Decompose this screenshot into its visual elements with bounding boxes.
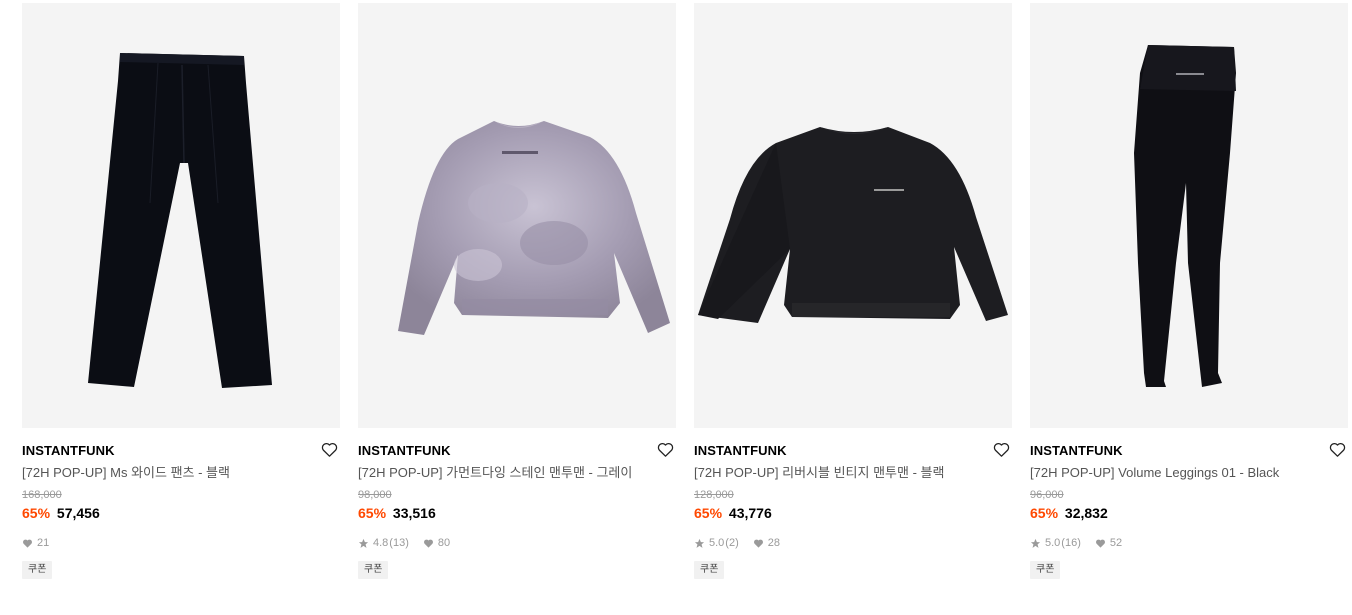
brand-row: INSTANTFUNK xyxy=(358,441,676,461)
brand-name[interactable]: INSTANTFUNK xyxy=(1030,441,1348,461)
heart-icon[interactable] xyxy=(656,440,675,459)
heart-icon[interactable] xyxy=(1328,440,1347,459)
review-count: (2) xyxy=(725,537,739,549)
review-count: (16) xyxy=(1061,537,1081,549)
coupon-badge: 쿠폰 xyxy=(694,561,725,579)
brand-row: INSTANTFUNK xyxy=(1030,441,1348,461)
discount-rate: 65% xyxy=(22,505,51,521)
grey-sweatshirt-illustration xyxy=(398,121,670,335)
product-image-pants[interactable] xyxy=(22,3,340,428)
star-icon xyxy=(1030,538,1041,548)
sale-price: 57,456 xyxy=(56,505,100,521)
price-row: 65% 43,776 xyxy=(694,504,1012,522)
coupon-badge: 쿠폰 xyxy=(1030,561,1061,579)
brand-row: INSTANTFUNK xyxy=(694,441,1012,461)
original-price: 168,000 xyxy=(22,489,62,501)
product-stats: 5.0 (2) 28 xyxy=(694,536,1012,550)
coupon-badge: 쿠폰 xyxy=(22,561,53,579)
leggings-illustration xyxy=(1134,45,1236,387)
rating-value: 5.0 xyxy=(1045,537,1061,549)
like-heart-icon xyxy=(753,539,763,548)
sale-price: 32,832 xyxy=(1064,505,1108,521)
price-row: 65% 33,516 xyxy=(358,504,676,522)
like-heart-icon xyxy=(23,539,32,548)
original-price: 128,000 xyxy=(694,489,734,501)
discount-rate: 65% xyxy=(694,505,723,521)
product-card[interactable]: INSTANTFUNK [72H POP-UP] 가먼트다잉 스테인 맨투맨 -… xyxy=(358,3,676,579)
black-sweatshirt-illustration xyxy=(698,127,1008,323)
product-image-leggings[interactable] xyxy=(1030,3,1348,428)
original-price: 98,000 xyxy=(358,489,392,501)
product-card[interactable]: INSTANTFUNK [72H POP-UP] Volume Leggings… xyxy=(1030,3,1348,579)
original-price: 96,000 xyxy=(1030,489,1064,501)
rating-value: 5.0 xyxy=(709,537,725,549)
discount-rate: 65% xyxy=(1030,505,1059,521)
product-stats: 5.0 (16) 52 xyxy=(1030,536,1348,550)
pants-illustration xyxy=(88,53,272,388)
product-card[interactable]: INSTANTFUNK [72H POP-UP] 리버시블 빈티지 맨투맨 - … xyxy=(694,3,1012,579)
like-heart-icon xyxy=(423,539,433,548)
product-title[interactable]: [72H POP-UP] Volume Leggings 01 - Black xyxy=(1030,464,1348,482)
product-grid: INSTANTFUNK [72H POP-UP] Ms 와이드 팬츠 - 블랙 … xyxy=(22,3,1348,579)
like-heart-icon xyxy=(1095,539,1105,548)
product-image-grey-sweatshirt[interactable] xyxy=(358,3,676,428)
heart-icon[interactable] xyxy=(992,440,1011,459)
product-title[interactable]: [72H POP-UP] Ms 와이드 팬츠 - 블랙 xyxy=(22,464,340,482)
price-row: 65% 57,456 xyxy=(22,504,340,522)
brand-row: INSTANTFUNK xyxy=(22,441,340,461)
like-count: 28 xyxy=(767,537,780,549)
product-stats: 4.8 (13) 80 xyxy=(358,536,676,550)
product-title[interactable]: [72H POP-UP] 가먼트다잉 스테인 맨투맨 - 그레이 xyxy=(358,464,676,482)
brand-name[interactable]: INSTANTFUNK xyxy=(694,441,1012,461)
sale-price: 43,776 xyxy=(728,505,772,521)
like-count: 52 xyxy=(1109,537,1123,549)
review-count: (13) xyxy=(389,537,409,549)
heart-icon[interactable] xyxy=(320,440,339,459)
like-count: 21 xyxy=(37,537,50,549)
product-image-black-sweatshirt[interactable] xyxy=(694,3,1012,428)
product-stats: 21 xyxy=(22,536,340,550)
price-row: 65% 32,832 xyxy=(1030,504,1348,522)
coupon-badge: 쿠폰 xyxy=(358,561,389,579)
product-card[interactable]: INSTANTFUNK [72H POP-UP] Ms 와이드 팬츠 - 블랙 … xyxy=(22,3,340,579)
brand-name[interactable]: INSTANTFUNK xyxy=(22,441,340,461)
brand-name[interactable]: INSTANTFUNK xyxy=(358,441,676,461)
rating-value: 4.8 xyxy=(373,537,389,549)
sale-price: 33,516 xyxy=(392,505,436,521)
product-title[interactable]: [72H POP-UP] 리버시블 빈티지 맨투맨 - 블랙 xyxy=(694,464,1012,482)
like-count: 80 xyxy=(437,537,451,549)
discount-rate: 65% xyxy=(358,505,387,521)
star-icon xyxy=(694,538,705,548)
star-icon xyxy=(358,538,369,548)
